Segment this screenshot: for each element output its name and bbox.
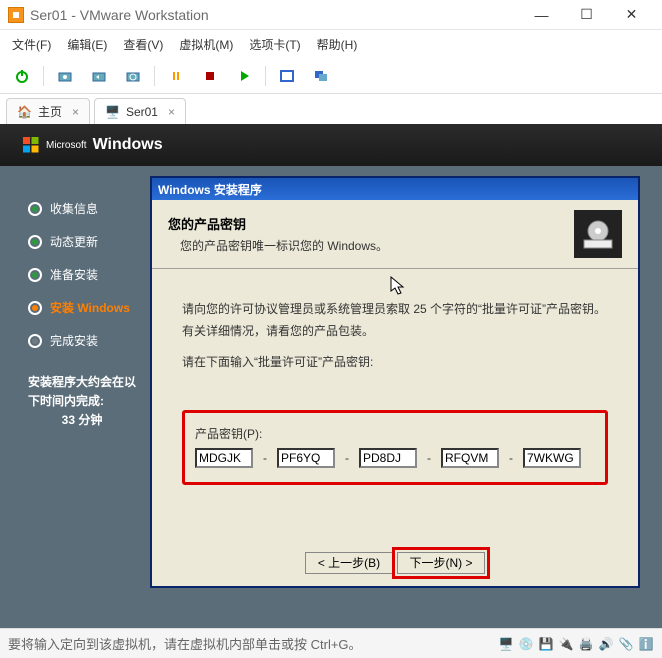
vm-header-text: Windows	[93, 136, 163, 154]
tab-vm-label: Ser01	[126, 105, 158, 119]
title-bar: Ser01 - VMware Workstation — ☐ ✕	[0, 0, 662, 30]
home-icon: 🏠	[17, 105, 32, 119]
menu-view[interactable]: 查看(V)	[123, 36, 163, 53]
maximize-button[interactable]: ☐	[564, 0, 609, 30]
dialog-info-1: 请向您的许可协议管理员或系统管理员索取 25 个字符的“批量许可证”产品密钥。有…	[182, 299, 608, 342]
toolbar-unity-button[interactable]	[305, 62, 337, 90]
dialog-subheading: 您的产品密钥唯一标识您的 Windows。	[180, 237, 562, 254]
dialog-heading: 您的产品密钥	[168, 214, 562, 233]
tab-vm[interactable]: 🖥️ Ser01 ×	[94, 98, 186, 124]
menu-bar: 文件(F) 编辑(E) 查看(V) 虚拟机(M) 选项卡(T) 帮助(H)	[0, 30, 662, 58]
install-steps: 收集信息 动态更新 准备安装 安装 Windows 完成安装 安装程序大约会在以…	[28, 184, 136, 431]
menu-edit[interactable]: 编辑(E)	[67, 36, 107, 53]
toolbar-snapshot-button[interactable]	[49, 62, 81, 90]
monitor-icon: 🖥️	[105, 105, 120, 119]
key-part-1[interactable]	[195, 448, 253, 468]
status-info-icon[interactable]: ℹ️	[638, 636, 654, 652]
eta-text: 安装程序大约会在以 下时间内完成: 33 分钟	[28, 373, 136, 431]
toolbar	[0, 58, 662, 94]
tab-home-close[interactable]: ×	[72, 105, 79, 119]
menu-file[interactable]: 文件(F)	[12, 36, 51, 53]
status-disk-icon[interactable]: 💾	[538, 636, 554, 652]
status-bar: 要将输入定向到该虚拟机，请在虚拟机内部单击或按 Ctrl+G。 🖥️ 💿 💾 🔌…	[0, 628, 662, 658]
step-dot-icon	[28, 301, 42, 315]
window-title: Ser01 - VMware Workstation	[30, 7, 519, 23]
vm-display[interactable]: Microsoft Windows 收集信息 动态更新 准备安装 安装 Wind…	[0, 124, 662, 628]
dash-icon: -	[257, 451, 273, 465]
toolbar-manage-button[interactable]	[117, 62, 149, 90]
toolbar-play-button[interactable]	[228, 62, 260, 90]
status-printer-icon[interactable]: 🖨️	[578, 636, 594, 652]
status-cd-icon[interactable]: 💿	[518, 636, 534, 652]
key-part-3[interactable]	[359, 448, 417, 468]
next-button[interactable]: 下一步(N) >	[397, 552, 485, 574]
step-finish-label: 完成安装	[50, 332, 98, 349]
dash-icon: -	[339, 451, 355, 465]
product-key-label: 产品密钥(P):	[195, 425, 595, 442]
toolbar-suspend-button[interactable]	[160, 62, 192, 90]
windows-logo-icon	[22, 136, 40, 154]
toolbar-revert-button[interactable]	[83, 62, 115, 90]
step-dot-icon	[28, 202, 42, 216]
tab-home-label: 主页	[38, 103, 62, 120]
key-part-2[interactable]	[277, 448, 335, 468]
cd-key-icon	[574, 210, 622, 258]
menu-help[interactable]: 帮助(H)	[317, 36, 358, 53]
dialog-info-2: 请在下面输入“批量许可证”产品密钥:	[182, 352, 608, 374]
tab-bar: 🏠 主页 × 🖥️ Ser01 ×	[0, 94, 662, 124]
status-text: 要将输入定向到该虚拟机，请在虚拟机内部单击或按 Ctrl+G。	[8, 634, 494, 653]
status-usb-icon[interactable]: 📎	[618, 636, 634, 652]
minimize-button[interactable]: —	[519, 0, 564, 30]
setup-dialog: Windows 安装程序 您的产品密钥 您的产品密钥唯一标识您的 Windows…	[150, 176, 640, 588]
toolbar-fullscreen-button[interactable]	[271, 62, 303, 90]
tab-home[interactable]: 🏠 主页 ×	[6, 98, 90, 124]
menu-vm[interactable]: 虚拟机(M)	[179, 36, 233, 53]
step-update-label: 动态更新	[50, 233, 98, 250]
status-network-icon[interactable]: 🔌	[558, 636, 574, 652]
app-icon	[8, 7, 24, 23]
step-install-label: 安装 Windows	[50, 299, 130, 316]
step-dot-icon	[28, 334, 42, 348]
ms-brand: Microsoft	[46, 140, 87, 151]
product-key-box: 产品密钥(P): - - - -	[182, 410, 608, 485]
step-dot-icon	[28, 235, 42, 249]
vm-os-header: Microsoft Windows	[0, 124, 662, 166]
step-collect-label: 收集信息	[50, 200, 98, 217]
toolbar-power-button[interactable]	[6, 62, 38, 90]
step-dot-icon	[28, 268, 42, 282]
back-button[interactable]: < 上一步(B)	[305, 552, 393, 574]
menu-tabs[interactable]: 选项卡(T)	[249, 36, 300, 53]
status-monitor-icon[interactable]: 🖥️	[498, 636, 514, 652]
toolbar-separator	[154, 66, 155, 86]
status-sound-icon[interactable]: 🔊	[598, 636, 614, 652]
toolbar-stop-button[interactable]	[194, 62, 226, 90]
dash-icon: -	[503, 451, 519, 465]
dialog-title: Windows 安装程序	[152, 178, 638, 200]
toolbar-separator	[265, 66, 266, 86]
toolbar-separator	[43, 66, 44, 86]
dash-icon: -	[421, 451, 437, 465]
step-prepare-label: 准备安装	[50, 266, 98, 283]
key-part-5[interactable]	[523, 448, 581, 468]
key-part-4[interactable]	[441, 448, 499, 468]
tab-vm-close[interactable]: ×	[168, 105, 175, 119]
close-window-button[interactable]: ✕	[609, 0, 654, 30]
